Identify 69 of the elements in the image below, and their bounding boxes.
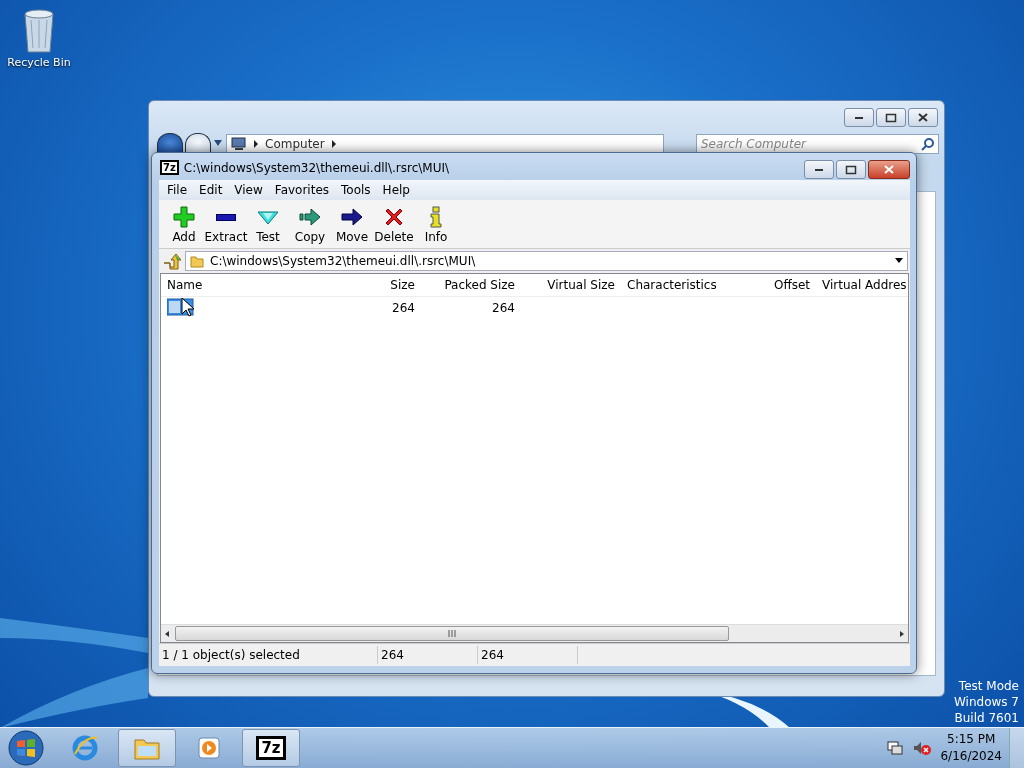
computer-icon (231, 137, 247, 151)
test-mode-text: Test Mode (958, 678, 1019, 694)
icon-label: Recycle Bin (7, 56, 71, 69)
column-header[interactable]: Name (161, 278, 321, 292)
windows-logo-icon (8, 730, 44, 766)
maximize-icon (883, 111, 899, 124)
speaker-muted-icon[interactable] (912, 740, 933, 756)
window-title: C:\windows\System32\themeui.dll\.rsrc\MUI\ (183, 160, 449, 175)
status-text: 1 / 1 object(s) selected (159, 646, 378, 664)
chevron-icon[interactable] (253, 140, 259, 148)
up-folder-icon[interactable] (161, 251, 181, 271)
menu-item[interactable]: Favorites (268, 183, 336, 197)
menu-item[interactable]: File (161, 183, 194, 197)
min-button[interactable] (804, 160, 834, 179)
toolbar-button[interactable]: Add (163, 204, 205, 244)
menu-item[interactable]: View (228, 183, 269, 197)
path-field[interactable]: C:\windows\System32\themeui.dll\.rsrc\MUI\ (185, 251, 908, 271)
status-text: 264 (378, 646, 478, 664)
plus-icon (172, 204, 196, 229)
status-text: 264 (478, 646, 578, 664)
dropdown-icon[interactable] (895, 258, 903, 264)
menu-item[interactable]: Tools (335, 183, 377, 197)
test-mode-text: Windows 7 (954, 694, 1019, 710)
menu-item[interactable]: Help (376, 183, 416, 197)
back-button[interactable] (157, 133, 183, 152)
toolbar-button[interactable]: Copy (289, 204, 331, 244)
folder-icon (190, 254, 204, 268)
search-field[interactable]: Search Computer (696, 134, 939, 154)
close-button[interactable] (868, 160, 910, 179)
clock[interactable]: 5:15 PM 6/16/2024 (940, 731, 1002, 765)
chevron-icon[interactable] (330, 140, 337, 148)
max-button[interactable] (876, 108, 906, 127)
cursor-icon (181, 296, 195, 317)
taskbar-button[interactable]: 7z (242, 729, 300, 767)
toolbar-button[interactable]: Extract (205, 204, 247, 244)
column-header[interactable]: Virtual Size (521, 278, 621, 292)
start-button[interactable] (6, 728, 46, 768)
dropdown-icon[interactable] (213, 138, 223, 147)
column-header[interactable]: Characteristics (621, 278, 716, 292)
toolbar-button[interactable]: Test (247, 204, 289, 244)
table-cell-text: 264 (491, 301, 516, 315)
maximize-icon (843, 163, 859, 176)
close-button[interactable] (908, 108, 938, 127)
network-icon[interactable] (886, 740, 905, 756)
horizontal-scrollbar[interactable] (161, 624, 908, 642)
column-header[interactable]: Size (321, 278, 421, 292)
scrollbar-thumb[interactable] (175, 626, 729, 641)
address-bar[interactable]: Computer (226, 134, 664, 154)
grip-icon (448, 630, 456, 637)
globe-icon (71, 734, 99, 762)
minimize-icon (815, 168, 823, 171)
search-icon[interactable] (921, 137, 935, 151)
column-header[interactable]: Virtual Addres (816, 278, 908, 292)
test-mode-text: Build 7601 (954, 710, 1019, 726)
toolbar-button[interactable]: Delete (373, 204, 415, 244)
minus-icon (216, 213, 236, 221)
column-header[interactable]: Packed Size (421, 278, 521, 292)
max-button[interactable] (836, 160, 866, 179)
breadcrumb-item[interactable]: Computer (265, 137, 325, 151)
minimize-icon (855, 116, 863, 119)
column-header[interactable]: Offset (716, 278, 816, 292)
menu-item[interactable]: Edit (193, 183, 229, 197)
forward-button[interactable] (185, 133, 211, 152)
media-player-icon (195, 734, 223, 762)
toolbar-button[interactable]: Info (415, 204, 457, 244)
toolbar-button[interactable]: Move (331, 204, 373, 244)
table-cell-text: 264 (391, 301, 416, 315)
min-button[interactable] (844, 108, 874, 127)
app-logo: 7z (160, 160, 179, 175)
